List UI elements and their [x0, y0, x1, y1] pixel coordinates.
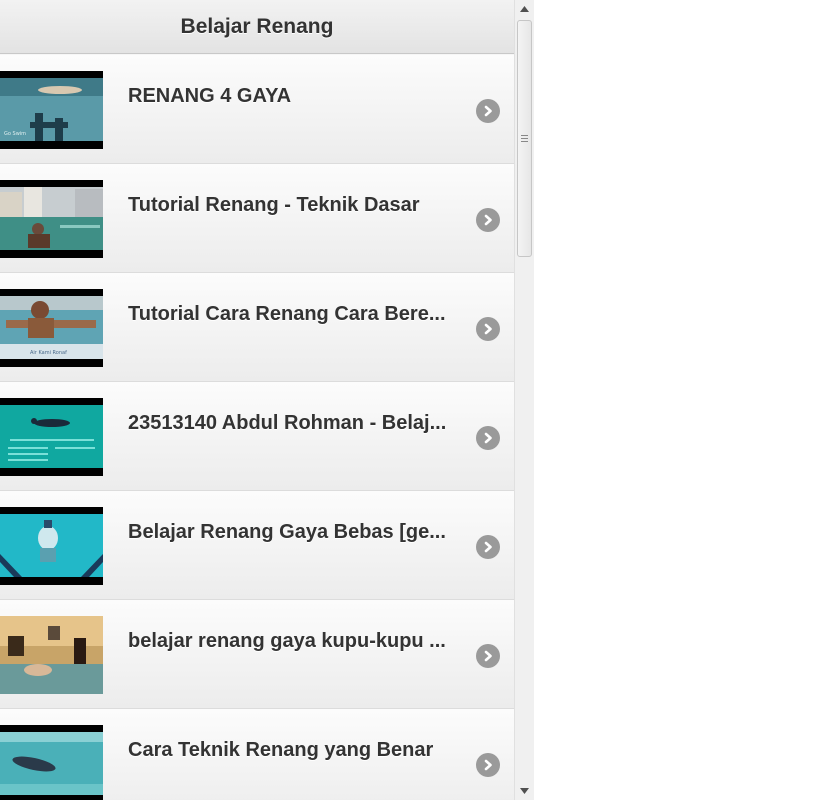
list-item[interactable]: 23513140 Abdul Rohman - Belaj... [0, 382, 514, 491]
list-item[interactable]: belajar renang gaya kupu-kupu ... [0, 600, 514, 709]
video-title: Cara Teknik Renang yang Benar [128, 739, 434, 761]
video-list: Go Swim RENANG 4 GAYA Tutorial Renang - … [0, 55, 514, 800]
grip-icon [521, 133, 528, 144]
video-thumbnail [0, 616, 103, 694]
video-title: RENANG 4 GAYA [128, 85, 292, 107]
chevron-right-circle-icon[interactable] [476, 99, 500, 123]
list-item[interactable]: Belajar Renang Gaya Bebas [ge... [0, 491, 514, 600]
video-title: Belajar Renang Gaya Bebas [ge... [128, 521, 446, 543]
list-item[interactable]: Tutorial Renang - Teknik Dasar [0, 164, 514, 273]
scroll-up-arrow-icon[interactable] [515, 0, 534, 18]
chevron-right-circle-icon[interactable] [476, 317, 500, 341]
scroll-thumb[interactable] [517, 20, 532, 257]
vertical-scrollbar[interactable] [514, 0, 534, 800]
video-thumbnail: Air Kami Ronaf [0, 289, 103, 367]
chevron-right-circle-icon[interactable] [476, 426, 500, 450]
video-thumbnail [0, 507, 103, 585]
chevron-right-circle-icon[interactable] [476, 753, 500, 777]
video-thumbnail [0, 725, 103, 800]
list-item[interactable]: Cara Teknik Renang yang Benar [0, 709, 514, 800]
scroll-down-arrow-icon[interactable] [515, 782, 534, 800]
svg-text:Air Kami Ronaf: Air Kami Ronaf [30, 350, 67, 356]
app-window: Belajar Renang Go Swim RENANG 4 GAYA Tut… [0, 0, 514, 800]
video-thumbnail: Go Swim [0, 71, 103, 149]
video-title: Tutorial Cara Renang Cara Bere... [128, 303, 446, 325]
svg-text:Go Swim: Go Swim [4, 131, 26, 137]
video-title: 23513140 Abdul Rohman - Belaj... [128, 412, 447, 434]
list-item[interactable]: Go Swim RENANG 4 GAYA [0, 55, 514, 164]
header-bar: Belajar Renang [0, 0, 514, 54]
page-title: Belajar Renang [180, 14, 334, 38]
video-thumbnail [0, 180, 103, 258]
video-title: Tutorial Renang - Teknik Dasar [128, 194, 420, 216]
list-item[interactable]: Air Kami Ronaf Tutorial Cara Renang Cara… [0, 273, 514, 382]
chevron-right-circle-icon[interactable] [476, 208, 500, 232]
video-title: belajar renang gaya kupu-kupu ... [128, 630, 446, 652]
chevron-right-circle-icon[interactable] [476, 535, 500, 559]
chevron-right-circle-icon[interactable] [476, 644, 500, 668]
video-thumbnail [0, 398, 103, 476]
